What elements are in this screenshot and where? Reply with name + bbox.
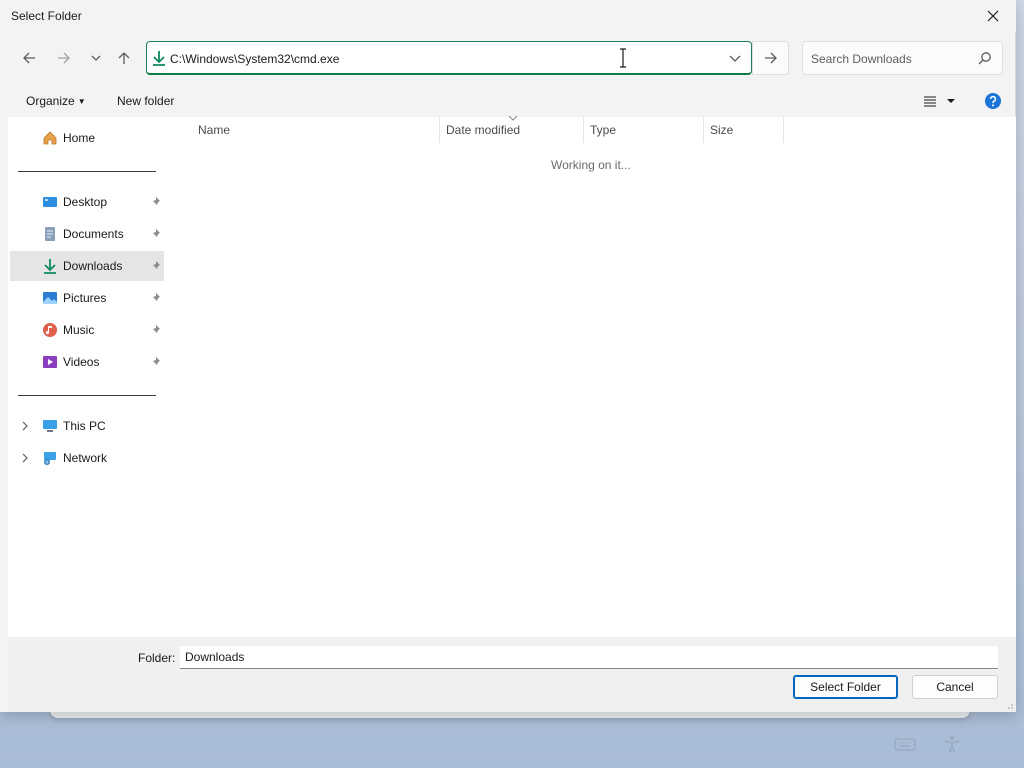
- chevron-right-icon[interactable]: [20, 420, 30, 432]
- column-label: Date modified: [446, 123, 521, 137]
- sidebar-item-label: Music: [63, 323, 95, 337]
- pin-icon[interactable]: [150, 292, 162, 304]
- folder-name-field[interactable]: Downloads: [180, 646, 998, 669]
- view-options-button[interactable]: [922, 92, 958, 110]
- music-icon: [43, 323, 57, 337]
- column-header-name[interactable]: Name: [174, 117, 440, 143]
- sidebar-item-music[interactable]: Music: [10, 315, 164, 345]
- sidebar-item-pictures[interactable]: Pictures: [10, 283, 164, 313]
- forward-button[interactable]: [50, 44, 78, 72]
- help-button[interactable]: [984, 92, 1002, 110]
- file-list-pane: Name Date modified Type Size Working on …: [174, 115, 1016, 637]
- search-placeholder: Search Downloads: [811, 52, 912, 66]
- pin-icon[interactable]: [150, 260, 162, 272]
- downloads-icon: [44, 259, 56, 274]
- up-button[interactable]: [110, 44, 138, 72]
- documents-icon: [45, 227, 55, 241]
- pictures-icon: [43, 292, 57, 304]
- arrow-up-icon: [118, 52, 130, 64]
- address-dropdown-icon[interactable]: [727, 50, 743, 66]
- arrow-right-icon: [58, 52, 70, 64]
- computer-icon: [43, 420, 57, 432]
- sidebar-item-label: Documents: [63, 227, 124, 241]
- new-folder-button[interactable]: New folder: [117, 94, 174, 108]
- keyboard-icon[interactable]: [893, 734, 917, 754]
- help-icon: [985, 93, 1001, 109]
- arrow-left-icon: [23, 52, 35, 64]
- close-icon: [987, 10, 999, 22]
- pin-icon[interactable]: [150, 196, 162, 208]
- sidebar-item-label: Pictures: [63, 291, 107, 305]
- sidebar-item-label: Downloads: [63, 259, 123, 273]
- list-view-icon: [924, 96, 955, 107]
- loading-status: Working on it...: [551, 158, 631, 172]
- window-title: Select Folder: [11, 9, 82, 23]
- sidebar-item-label: Desktop: [63, 195, 108, 209]
- select-folder-dialog: Select Folder C:\Windows\System32\cmd.ex…: [0, 0, 1016, 712]
- videos-icon: [43, 356, 57, 368]
- close-button[interactable]: [970, 0, 1016, 32]
- chevron-down-icon: [91, 55, 101, 61]
- title-bar: Select Folder: [0, 0, 1016, 32]
- pin-icon[interactable]: [150, 228, 162, 240]
- sidebar-item-network[interactable]: Network: [10, 443, 164, 473]
- search-icon[interactable]: [978, 51, 992, 65]
- sidebar-item-label: Videos: [63, 355, 100, 369]
- navigation-row: C:\Windows\System32\cmd.exe Search Downl…: [0, 36, 1016, 80]
- sidebar-divider: [18, 171, 156, 172]
- address-bar[interactable]: C:\Windows\System32\cmd.exe: [146, 41, 752, 75]
- sidebar-divider: [18, 395, 156, 396]
- cancel-button[interactable]: Cancel: [912, 675, 998, 699]
- sidebar-item-desktop[interactable]: Desktop: [10, 187, 164, 217]
- column-label: Size: [710, 123, 734, 137]
- resize-grip-icon[interactable]: [1004, 700, 1014, 710]
- content-area: Home Desktop Documents Downloads Picture…: [8, 115, 1016, 637]
- sidebar-item-label: Home: [63, 131, 96, 145]
- sidebar-item-documents[interactable]: Documents: [10, 219, 164, 249]
- go-button[interactable]: [752, 41, 789, 75]
- pin-icon[interactable]: [150, 356, 162, 368]
- chevron-right-icon[interactable]: [20, 452, 30, 464]
- sidebar-item-this-pc[interactable]: This PC: [10, 411, 164, 441]
- organize-label: Organize: [26, 94, 75, 108]
- sort-indicator-icon: [508, 115, 518, 121]
- column-header-size[interactable]: Size: [704, 117, 784, 143]
- sidebar-item-label: This PC: [63, 419, 106, 433]
- sidebar-item-downloads[interactable]: Downloads: [10, 251, 164, 281]
- pin-icon[interactable]: [150, 324, 162, 336]
- back-button[interactable]: [15, 44, 43, 72]
- dropdown-arrow-icon: ▼: [77, 97, 86, 106]
- download-arrow-icon: [153, 51, 165, 66]
- arrow-right-icon: [764, 52, 777, 64]
- sidebar-item-videos[interactable]: Videos: [10, 347, 164, 377]
- accessibility-icon[interactable]: [940, 734, 964, 754]
- desktop-icon: [43, 197, 57, 207]
- folder-name-value: Downloads: [185, 650, 245, 664]
- organize-menu[interactable]: Organize ▼: [26, 94, 86, 108]
- home-icon: [43, 131, 57, 145]
- select-folder-button[interactable]: Select Folder: [793, 675, 898, 699]
- search-input[interactable]: Search Downloads: [802, 41, 1003, 75]
- sidebar-item-home[interactable]: Home: [10, 123, 164, 153]
- text-cursor-icon: [620, 48, 626, 68]
- folder-label: Folder:: [138, 651, 176, 665]
- dialog-footer: Folder: Downloads Select Folder Cancel: [8, 637, 1016, 712]
- column-label: Type: [590, 123, 617, 137]
- address-text[interactable]: C:\Windows\System32\cmd.exe: [170, 52, 339, 66]
- command-bar: Organize ▼ New folder: [0, 86, 1016, 116]
- navigation-pane: Home Desktop Documents Downloads Picture…: [8, 117, 174, 637]
- column-header-type[interactable]: Type: [584, 117, 704, 143]
- sidebar-item-label: Network: [63, 451, 108, 465]
- column-label: Name: [198, 123, 231, 137]
- recent-locations-button[interactable]: [82, 44, 110, 72]
- network-icon: [44, 452, 56, 465]
